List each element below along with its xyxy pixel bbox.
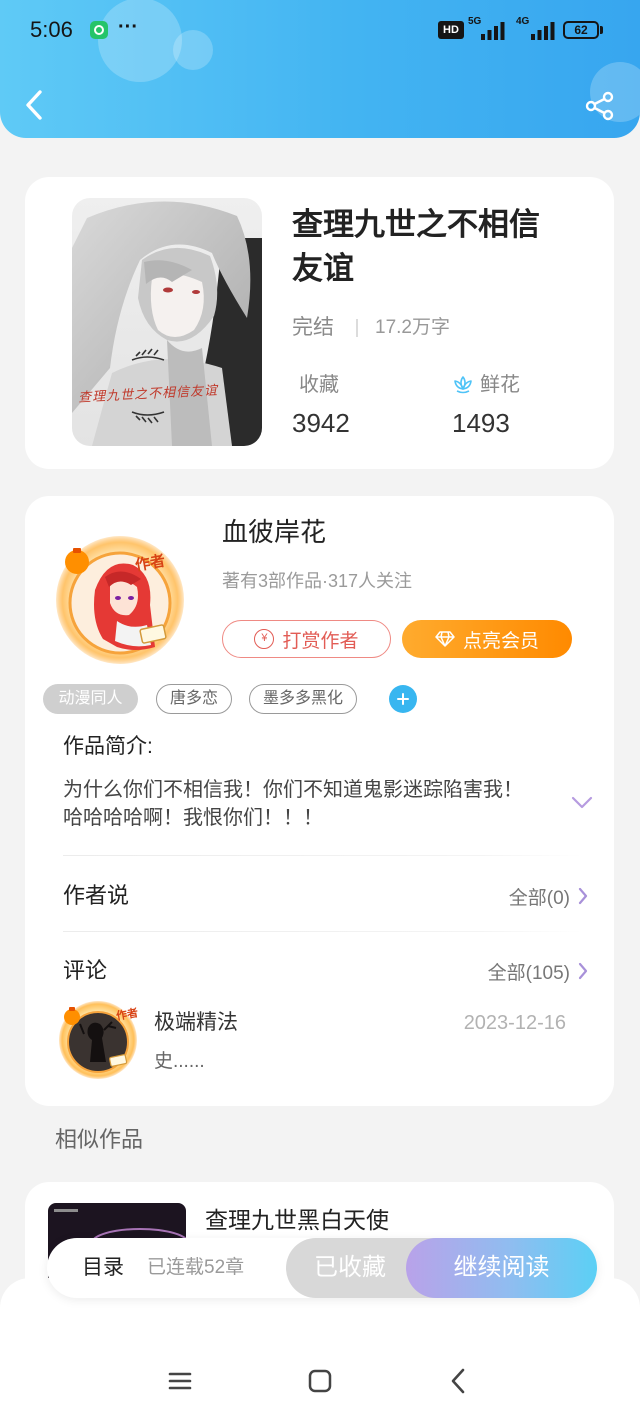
similar-works-label: 相似作品: [55, 1127, 144, 1152]
chapter-count: 已连载52章: [147, 1257, 245, 1278]
author-says-label: 作者说: [63, 883, 130, 908]
author-meta: 著有3部作品·317人关注: [222, 571, 413, 591]
comment-date: 2023-12-16: [463, 1012, 566, 1034]
decor-bubble: [98, 0, 182, 82]
chevron-right-icon: [578, 962, 588, 980]
comments-all-link[interactable]: 全部(105): [488, 957, 588, 985]
comment-text[interactable]: 史......: [154, 1049, 205, 1075]
vip-button[interactable]: 点亮会员: [402, 620, 572, 658]
diamond-icon: [435, 631, 455, 647]
signal-icon: [531, 22, 555, 40]
app-notification-icon: [90, 21, 108, 39]
favorites-count: 3942: [292, 408, 350, 438]
chevron-down-icon[interactable]: [571, 796, 593, 810]
header: 5:06 ··· HD 5G 4G 62: [0, 0, 640, 138]
tag-chip[interactable]: 墨多多黑化: [249, 684, 357, 714]
status-divider: [356, 319, 358, 337]
decor-bubble: [173, 30, 213, 70]
reading-action-bar: 目录 已连载52章 已收藏 继续阅读: [47, 1238, 597, 1298]
book-cover[interactable]: 查理九世之不相信友谊: [72, 198, 262, 446]
comment-avatar[interactable]: 作者: [58, 1000, 139, 1080]
cover-illustration: [72, 198, 262, 446]
book-status: 完结: [292, 316, 334, 339]
toc-button[interactable]: 目录: [82, 1238, 124, 1298]
back-chevron-icon[interactable]: [450, 1368, 466, 1394]
book-title: 查理九世之不相信友谊: [292, 207, 540, 286]
author-says-all-link[interactable]: 全部(0): [509, 882, 588, 910]
chevron-right-icon: [578, 887, 588, 905]
tip-author-button[interactable]: ¥ 打赏作者: [222, 620, 391, 658]
author-avatar[interactable]: 作者: [55, 535, 185, 665]
collected-label: 已收藏: [314, 1254, 386, 1281]
book-info-card: 查理九世之不相信友谊 查理九世之不相信友谊 完结 17.2万字 收藏 鲜花 39…: [25, 177, 614, 469]
tag-chip[interactable]: 动漫同人: [43, 684, 138, 714]
menu-icon[interactable]: [168, 1371, 192, 1391]
flowers-count: 1493: [452, 408, 510, 438]
divider: [63, 931, 583, 932]
author-name[interactable]: 血彼岸花: [222, 515, 326, 549]
battery-icon: 62: [563, 21, 599, 39]
network-4g-label: 4G: [516, 16, 530, 27]
comments-all-label: 全部(105): [487, 962, 570, 984]
back-button[interactable]: [24, 89, 46, 121]
tip-author-label: 打赏作者: [282, 630, 359, 652]
share-button[interactable]: [584, 90, 616, 122]
yen-icon: ¥: [254, 629, 275, 649]
author-says-all-label: 全部(0): [508, 887, 570, 909]
synopsis-label: 作品简介:: [63, 735, 153, 758]
signal-icon: [481, 22, 505, 40]
continue-reading-button[interactable]: 继续阅读: [406, 1238, 597, 1298]
add-tag-plus-icon[interactable]: [389, 685, 417, 713]
word-count: 17.2万字: [375, 317, 450, 338]
comment-username[interactable]: 极端精法: [154, 1010, 238, 1036]
hd-badge: HD: [438, 21, 464, 39]
similar-work-title[interactable]: 查理九世黑白天使: [205, 1206, 389, 1234]
flower-icon: [454, 376, 472, 394]
author-avatar-image: [56, 536, 184, 664]
author-card: 作者 血彼岸花 著有3部作品·317人关注 ¥ 打赏作者 点亮会员 动漫同人 唐…: [25, 496, 614, 1106]
battery-nub: [600, 26, 603, 34]
status-time: 5:06: [30, 17, 73, 42]
continue-reading-label: 继续阅读: [453, 1254, 550, 1281]
divider: [63, 855, 583, 856]
favorites-label: 收藏: [299, 374, 339, 396]
status-more-icon: ···: [118, 16, 138, 38]
vip-label: 点亮会员: [462, 630, 539, 652]
tag-chip[interactable]: 唐多恋: [156, 684, 232, 714]
share-icon: [585, 91, 614, 121]
comments-label: 评论: [63, 958, 108, 983]
flowers-label: 鲜花: [480, 374, 520, 396]
book-detail-page: 5:06 ··· HD 5G 4G 62 查理九世之不相信友谊 查理九世之不相信…: [0, 0, 640, 1422]
bottom-panel: [0, 1278, 640, 1422]
chevron-left-icon: [26, 90, 42, 120]
square-home-icon[interactable]: [308, 1369, 332, 1393]
synopsis-text: 为什么你们不相信我！你们不知道鬼影迷踪陷害我！哈哈哈哈啊！我恨你们！！！: [63, 779, 523, 829]
